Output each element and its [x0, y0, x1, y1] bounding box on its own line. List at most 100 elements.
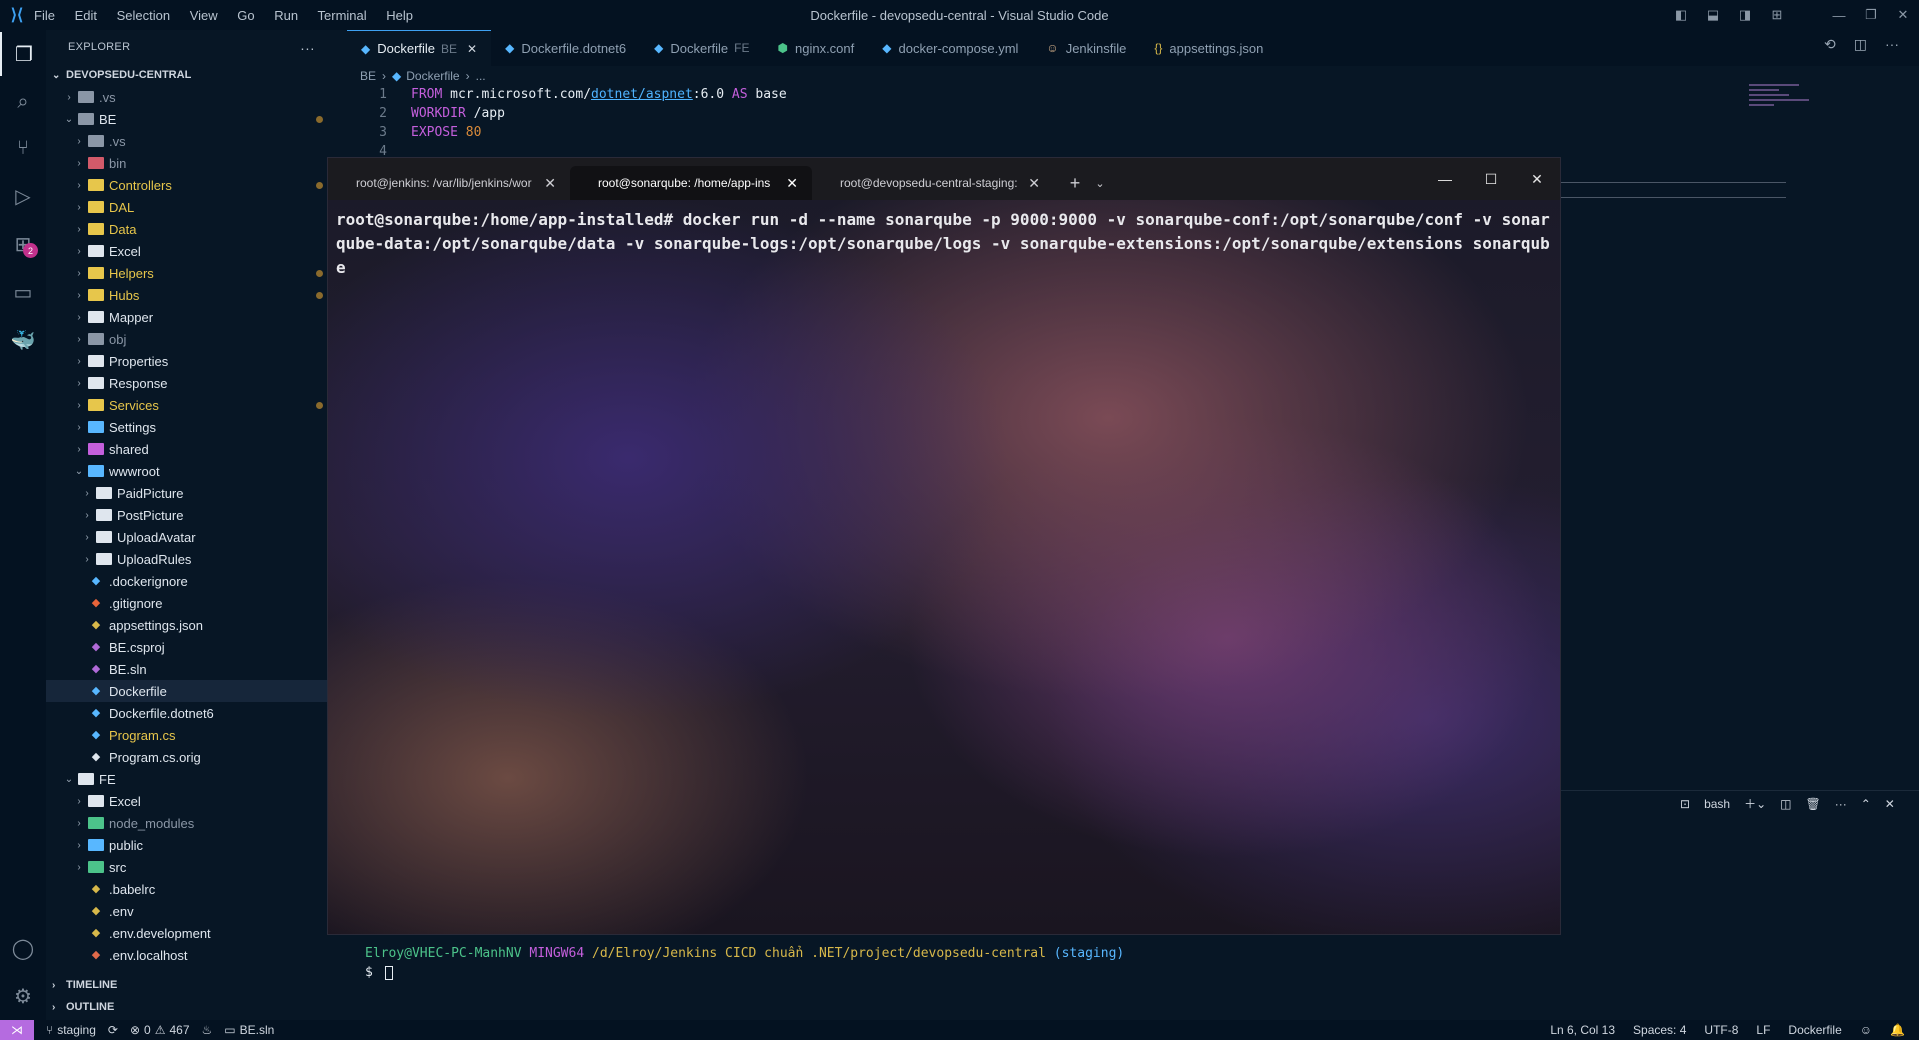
- remote-explorer-icon[interactable]: ▭: [0, 270, 46, 314]
- tab-docker-compose[interactable]: ◆ docker-compose.yml: [868, 30, 1032, 66]
- tree-item[interactable]: ◆ .gitignore: [46, 592, 335, 614]
- terminal-tab-staging[interactable]: root@devopsedu-central-staging: ✕: [812, 166, 1054, 200]
- menu-help[interactable]: Help: [386, 8, 413, 23]
- extensions-icon[interactable]: ⊞ 2: [0, 222, 46, 266]
- split-terminal-icon[interactable]: ◫: [1780, 797, 1791, 811]
- tree-item[interactable]: ◆ .dockerignore: [46, 570, 335, 592]
- tree-item[interactable]: › UploadAvatar: [46, 526, 335, 548]
- tree-item[interactable]: › Data: [46, 218, 335, 240]
- feedback-icon[interactable]: ☺: [1860, 1023, 1872, 1037]
- minimize-icon[interactable]: —: [1422, 171, 1468, 187]
- tree-item[interactable]: › .vs: [46, 130, 335, 152]
- tree-item[interactable]: ◆ Dockerfile: [46, 680, 335, 702]
- tab-nginx-conf[interactable]: ⬢ nginx.conf: [764, 30, 869, 66]
- close-tab-icon[interactable]: ✕: [544, 175, 556, 192]
- chevron-down-icon[interactable]: ⌄: [1090, 166, 1110, 200]
- tab-dockerfile-fe[interactable]: ◆ Dockerfile FE: [640, 30, 763, 66]
- code-line[interactable]: 2 WORKDIR /app: [347, 106, 505, 125]
- explorer-icon[interactable]: ❐: [0, 32, 46, 76]
- run-debug-icon[interactable]: ▷: [0, 174, 46, 218]
- remote-indicator-icon[interactable]: ⋊: [0, 1020, 34, 1040]
- tree-item[interactable]: ⌄ wwwroot: [46, 460, 335, 482]
- docker-icon[interactable]: 🐳: [0, 318, 46, 362]
- flame-icon[interactable]: ♨: [202, 1023, 213, 1037]
- tree-item[interactable]: ◆ Dockerfile.dotnet6: [46, 702, 335, 724]
- timeline-section[interactable]: › TIMELINE: [46, 974, 335, 996]
- tree-item[interactable]: ◆ Program.cs.orig: [46, 746, 335, 768]
- close-tab-icon[interactable]: ✕: [467, 42, 477, 56]
- timeline-history-icon[interactable]: ⟲: [1824, 36, 1836, 53]
- close-panel-icon[interactable]: ✕: [1885, 797, 1895, 811]
- code-line[interactable]: 1 FROM mcr.microsoft.com/ dotnet/aspnet …: [347, 87, 787, 106]
- toggle-sidebar-icon[interactable]: ◧: [1665, 7, 1697, 23]
- tree-item[interactable]: ◆ BE.csproj: [46, 636, 335, 658]
- tree-item[interactable]: ◆ BE.sln: [46, 658, 335, 680]
- tree-item[interactable]: › Excel: [46, 240, 335, 262]
- menu-terminal[interactable]: Terminal: [318, 8, 367, 23]
- breadcrumb-dockerfile[interactable]: Dockerfile: [406, 69, 459, 83]
- solution-indicator[interactable]: ▭ BE.sln: [224, 1023, 274, 1037]
- split-editor-icon[interactable]: ◫: [1854, 36, 1867, 53]
- restore-icon[interactable]: ❐: [1855, 7, 1887, 23]
- tree-item[interactable]: › Hubs: [46, 284, 335, 306]
- source-control-icon[interactable]: ⑂: [0, 126, 46, 170]
- new-terminal-icon[interactable]: ＋⌄: [1744, 795, 1766, 812]
- tree-item[interactable]: › bin: [46, 152, 335, 174]
- tree-item[interactable]: ◆ appsettings.json: [46, 614, 335, 636]
- breadcrumb-be[interactable]: BE: [360, 69, 376, 83]
- more-actions-icon[interactable]: ···: [1885, 36, 1899, 53]
- language-mode[interactable]: Dockerfile: [1788, 1023, 1841, 1037]
- tree-item[interactable]: › PostPicture: [46, 504, 335, 526]
- maximize-icon[interactable]: ☐: [1468, 171, 1514, 188]
- account-icon[interactable]: ◯: [0, 926, 46, 970]
- sync-icon[interactable]: ⟳: [108, 1023, 118, 1037]
- tree-item[interactable]: ◆ .babelrc: [46, 878, 335, 900]
- tree-item[interactable]: › Response: [46, 372, 335, 394]
- tree-item[interactable]: ◆ .env.localhost: [46, 944, 335, 966]
- tree-item[interactable]: › shared: [46, 438, 335, 460]
- code-link[interactable]: dotnet/aspnet: [591, 87, 693, 106]
- menu-run[interactable]: Run: [274, 8, 298, 23]
- tree-item[interactable]: ◆ Program.cs: [46, 724, 335, 746]
- tree-item[interactable]: › Settings: [46, 416, 335, 438]
- notifications-bell-icon[interactable]: 🔔: [1890, 1023, 1905, 1037]
- tree-item[interactable]: › .vs: [46, 86, 335, 108]
- cursor-position[interactable]: Ln 6, Col 13: [1550, 1023, 1615, 1037]
- menu-view[interactable]: View: [190, 8, 218, 23]
- close-tab-icon[interactable]: ✕: [786, 175, 798, 192]
- tree-item[interactable]: › Controllers: [46, 174, 335, 196]
- tree-item[interactable]: ⌄ BE: [46, 108, 335, 130]
- tab-appsettings-json[interactable]: {} appsettings.json: [1140, 30, 1277, 66]
- tab-dockerfile-dotnet6[interactable]: ◆ Dockerfile.dotnet6: [491, 30, 640, 66]
- menu-edit[interactable]: Edit: [75, 8, 97, 23]
- menu-go[interactable]: Go: [237, 8, 254, 23]
- tree-item[interactable]: ◆ .env: [46, 900, 335, 922]
- customize-layout-icon[interactable]: ⊞: [1761, 7, 1793, 23]
- close-tab-icon[interactable]: ✕: [1028, 175, 1040, 192]
- settings-gear-icon[interactable]: ⚙: [0, 974, 46, 1018]
- tab-dockerfile-be[interactable]: ◆ Dockerfile BE ✕: [347, 30, 492, 66]
- search-icon[interactable]: ⌕: [0, 80, 46, 124]
- menu-file[interactable]: File: [34, 8, 55, 23]
- tree-item[interactable]: › Mapper: [46, 306, 335, 328]
- workspace-root[interactable]: ⌄ DEVOPSEDU-CENTRAL: [46, 64, 335, 86]
- more-actions-icon[interactable]: ···: [1835, 797, 1847, 811]
- breadcrumb-more[interactable]: ...: [476, 69, 486, 83]
- minimap[interactable]: [1749, 84, 1819, 124]
- toggle-secondary-sidebar-icon[interactable]: ◨: [1729, 7, 1761, 23]
- tree-item[interactable]: › public: [46, 834, 335, 856]
- tree-item[interactable]: › DAL: [46, 196, 335, 218]
- more-actions-icon[interactable]: ···: [300, 40, 315, 56]
- tree-item[interactable]: › obj: [46, 328, 335, 350]
- terminal-command-output[interactable]: root@sonarqube:/home/app-installed# dock…: [336, 208, 1556, 280]
- tree-item[interactable]: › Excel: [46, 790, 335, 812]
- minimize-icon[interactable]: —: [1823, 8, 1855, 23]
- terminal-tab-sonarqube[interactable]: root@sonarqube: /home/app-ins ✕: [570, 166, 812, 200]
- encoding[interactable]: UTF-8: [1704, 1023, 1738, 1037]
- toggle-panel-icon[interactable]: ⬓: [1697, 7, 1729, 23]
- tree-item[interactable]: › Properties: [46, 350, 335, 372]
- tree-item[interactable]: › UploadRules: [46, 548, 335, 570]
- maximize-panel-icon[interactable]: ⌃: [1861, 797, 1871, 811]
- end-of-line[interactable]: LF: [1756, 1023, 1770, 1037]
- close-icon[interactable]: ✕: [1514, 171, 1560, 188]
